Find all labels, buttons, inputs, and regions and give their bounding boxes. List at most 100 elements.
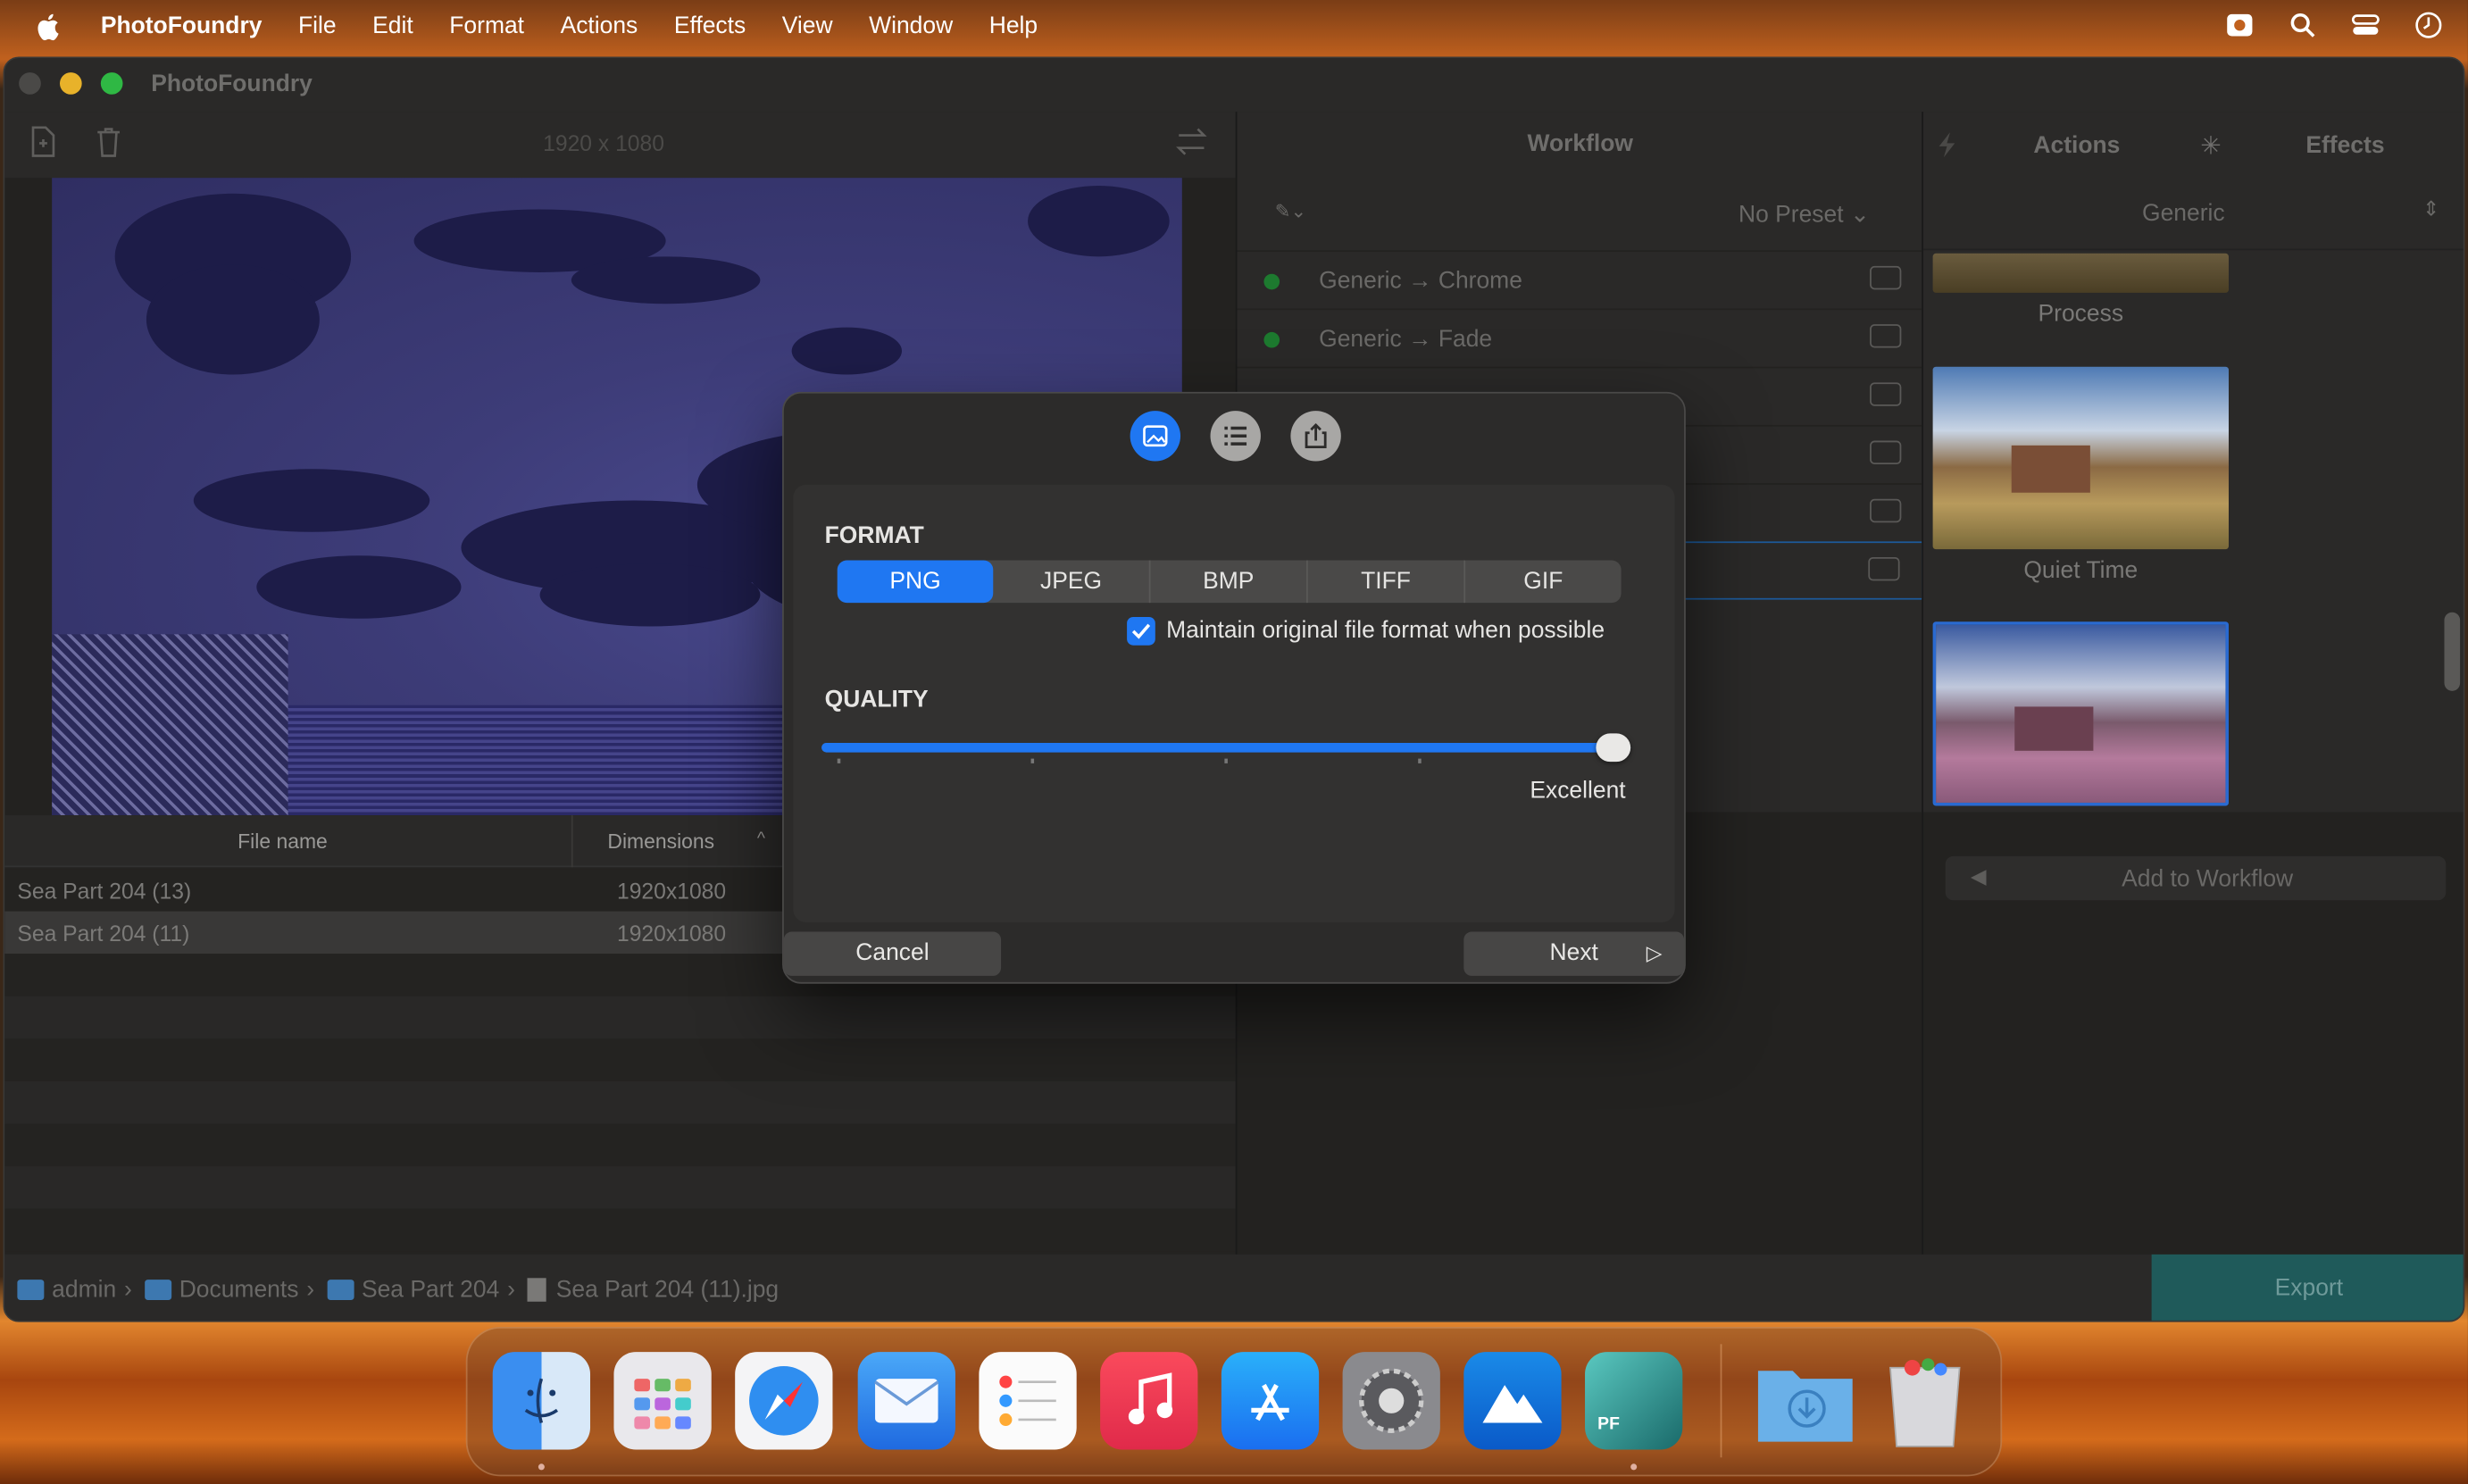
image-format-tab-icon[interactable] [1130, 411, 1181, 462]
trash-icon[interactable] [89, 124, 127, 162]
scrollbar-thumb[interactable] [2444, 612, 2461, 691]
spotlight-search-icon[interactable] [2285, 10, 2320, 41]
list-tab-icon[interactable] [1210, 411, 1261, 462]
path-segment[interactable]: Sea Part 204 › [327, 1276, 515, 1303]
apple-menu-icon[interactable] [35, 12, 60, 40]
mountain-app-icon[interactable] [1463, 1352, 1562, 1450]
next-button[interactable]: Next ▷ [1463, 931, 1685, 976]
delete-icon[interactable] [1870, 440, 1902, 464]
effect-thumbnail[interactable] [1932, 366, 2229, 550]
path-label: Documents [179, 1275, 299, 1303]
add-file-icon[interactable] [23, 124, 61, 162]
status-app-icon[interactable] [2222, 10, 2257, 41]
sparkle-icon[interactable]: ✳ [2200, 130, 2222, 162]
share-tab-icon[interactable] [1290, 411, 1341, 462]
menu-bar: PhotoFoundry File Edit Format Actions Ef… [0, 0, 2468, 52]
menu-format[interactable]: Format [449, 13, 524, 39]
quality-slider-knob[interactable] [1596, 733, 1631, 763]
menu-help[interactable]: Help [989, 13, 1038, 39]
path-segment[interactable]: Documents › [144, 1275, 314, 1303]
clock-icon[interactable] [2411, 10, 2446, 41]
workflow-item[interactable]: Generic → Fade [1237, 308, 1924, 366]
category-selector[interactable]: Generic ⇕ [1923, 178, 2464, 251]
folder-icon [327, 1279, 354, 1300]
reminders-icon[interactable] [979, 1352, 1077, 1450]
quality-slider[interactable] [821, 733, 1631, 763]
updown-chevron-icon: ⇕ [2422, 196, 2440, 221]
effects-bottom-area: ◀ Add to Workflow [1923, 812, 2464, 1256]
dock-divider [1720, 1344, 1722, 1458]
downloads-folder-icon[interactable] [1755, 1352, 1853, 1449]
column-header-filename[interactable]: File name [238, 830, 328, 853]
effect-thumbnail-selected[interactable] [1932, 621, 2229, 806]
path-label: Sea Part 204 [361, 1275, 500, 1303]
control-center-icon[interactable] [2348, 10, 2383, 41]
menu-effects[interactable]: Effects [674, 13, 746, 39]
dock: PF [465, 1326, 2003, 1477]
swap-arrows-icon[interactable] [1172, 124, 1210, 162]
delete-icon[interactable] [1870, 324, 1902, 348]
quality-label: QUALITY [824, 686, 929, 713]
title-bar: PhotoFoundry [4, 58, 2464, 113]
delete-icon[interactable] [1870, 265, 1902, 290]
trash-icon[interactable] [1876, 1352, 1973, 1449]
close-window-button[interactable] [19, 72, 41, 95]
music-icon[interactable] [1100, 1352, 1198, 1450]
delete-icon[interactable] [1868, 556, 1900, 581]
sort-ascending-icon[interactable]: ^ [757, 830, 765, 848]
path-segment[interactable]: Sea Part 204 (11).jpg [528, 1276, 779, 1303]
format-option-gif[interactable]: GIF [1465, 561, 1622, 604]
path-segment[interactable]: admin › [17, 1275, 132, 1303]
slider-tick [837, 758, 841, 763]
image-dimensions-label: 1920 x 1080 [543, 130, 664, 156]
folder-icon [17, 1279, 45, 1300]
preset-value: No Preset [1738, 201, 1844, 229]
effect-title: Process [2038, 300, 2124, 328]
status-dot [1263, 273, 1280, 290]
tab-effects[interactable]: Effects [2305, 132, 2384, 159]
menu-file[interactable]: File [298, 13, 337, 39]
zoom-window-button[interactable] [100, 72, 123, 95]
lightning-icon[interactable] [1936, 130, 1958, 167]
add-to-workflow-button[interactable]: ◀ Add to Workflow [1945, 855, 2447, 901]
menu-window[interactable]: Window [869, 13, 953, 39]
format-option-tiff[interactable]: TIFF [1308, 560, 1466, 604]
table-row-empty [4, 1080, 1236, 1124]
quality-slider-fill [821, 742, 1631, 753]
table-row-empty [4, 1038, 1236, 1081]
system-settings-icon[interactable] [1342, 1352, 1440, 1450]
format-option-bmp[interactable]: BMP [1151, 560, 1308, 604]
window-title: PhotoFoundry [151, 71, 313, 98]
preset-dropdown[interactable]: No Preset ⌄ [1738, 200, 1870, 229]
row-filename: Sea Part 204 (13) [17, 878, 192, 904]
export-button[interactable]: Export [2151, 1254, 2464, 1321]
menu-view[interactable]: View [782, 13, 833, 39]
finder-icon[interactable] [492, 1352, 591, 1450]
menu-edit[interactable]: Edit [372, 13, 413, 39]
delete-icon[interactable] [1870, 498, 1902, 523]
photofoundry-icon[interactable]: PF [1585, 1352, 1683, 1450]
workflow-toolbar: ✎⌄ No Preset ⌄ [1237, 178, 1923, 250]
menu-app-name[interactable]: PhotoFoundry [101, 13, 263, 39]
app-store-icon[interactable] [1221, 1352, 1320, 1450]
tab-actions[interactable]: Actions [2033, 132, 2120, 159]
edit-menu-icon[interactable]: ✎⌄ [1275, 200, 1306, 222]
menu-actions[interactable]: Actions [561, 13, 638, 39]
next-label: Next [1549, 939, 1598, 967]
slider-tick [1224, 758, 1228, 763]
workflow-item[interactable]: Generic → Chrome [1237, 250, 1924, 308]
delete-icon[interactable] [1870, 382, 1902, 406]
safari-icon[interactable] [735, 1352, 833, 1450]
launchpad-icon[interactable] [613, 1352, 712, 1450]
column-header-dimensions[interactable]: Dimensions [607, 830, 714, 853]
checkmark-icon [1131, 623, 1151, 639]
effect-thumbnail[interactable] [1932, 253, 2229, 293]
minimize-window-button[interactable] [59, 72, 82, 95]
format-option-jpeg[interactable]: JPEG [993, 560, 1151, 604]
maintain-format-checkbox[interactable] [1127, 616, 1155, 646]
slider-tick [1030, 758, 1035, 763]
cancel-button[interactable]: Cancel [783, 931, 1002, 976]
format-option-png[interactable]: PNG [837, 560, 994, 604]
path-label: admin [52, 1275, 117, 1303]
mail-icon[interactable] [857, 1352, 955, 1450]
